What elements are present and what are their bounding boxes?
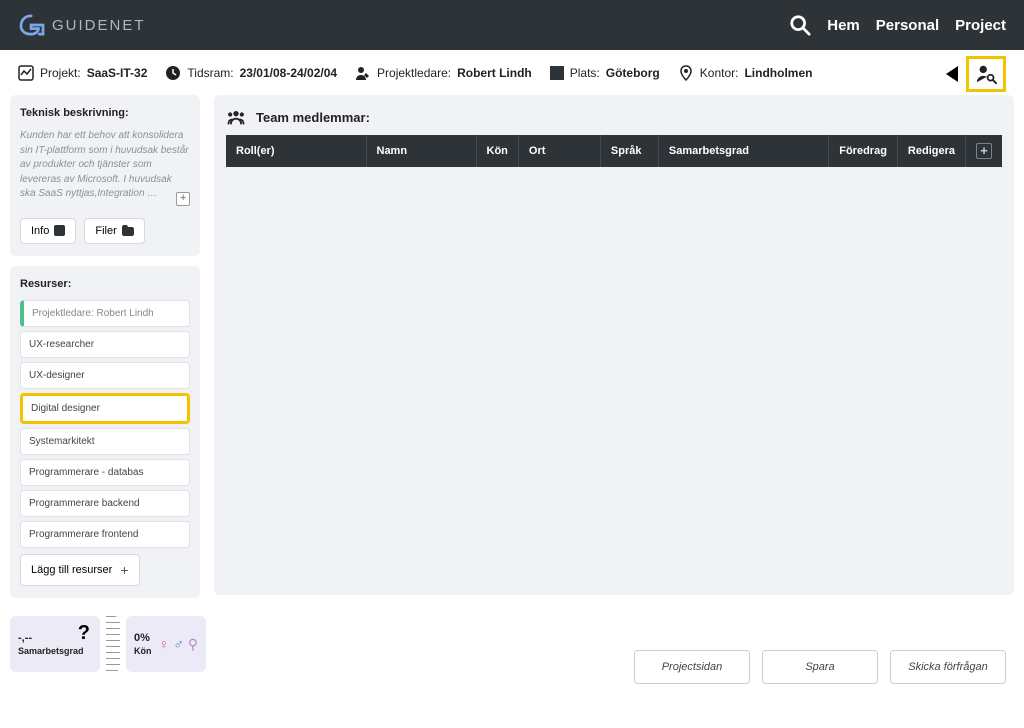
resource-item[interactable]: Programmerare - databas xyxy=(20,459,190,486)
skicka-button[interactable]: Skicka förfrågan xyxy=(890,650,1006,684)
info-icon xyxy=(54,225,65,236)
nav-personal[interactable]: Personal xyxy=(876,17,939,34)
footer-actions: Projectsidan Spara Skicka förfrågan xyxy=(634,650,1006,684)
info-projekt: Projekt: SaaS-IT-32 xyxy=(18,65,147,81)
plus-icon: + xyxy=(120,562,128,578)
chart-icon xyxy=(18,65,34,81)
top-navbar: GUIDENET Hem Personal Project xyxy=(0,0,1024,50)
question-icon: ? xyxy=(78,622,90,645)
projectsidan-button[interactable]: Projectsidan xyxy=(634,650,750,684)
add-member-button[interactable]: + xyxy=(976,143,992,159)
search-icon[interactable] xyxy=(789,14,811,36)
gender-icons: ♀ ♂ ⚲ xyxy=(159,636,198,653)
brand-logo: GUIDENET xyxy=(18,14,146,36)
resource-item[interactable]: Projektledare: Robert Lindh xyxy=(20,300,190,327)
spara-button[interactable]: Spara xyxy=(762,650,878,684)
col-namn[interactable]: Namn xyxy=(366,135,476,167)
col-sprak[interactable]: Språk xyxy=(600,135,658,167)
square-icon xyxy=(550,66,564,80)
col-roller[interactable]: Roll(er) xyxy=(226,135,366,167)
teknisk-title: Teknisk beskrivning: xyxy=(20,107,190,119)
folder-icon xyxy=(122,225,134,236)
expand-description-button[interactable]: + xyxy=(176,192,190,206)
nav-project[interactable]: Project xyxy=(955,17,1006,34)
add-resource-button[interactable]: Lägg till resurser + xyxy=(20,554,140,586)
nonbinary-icon: ⚲ xyxy=(188,636,198,653)
col-foredrag[interactable]: Föredrag xyxy=(829,135,898,167)
user-search-button[interactable] xyxy=(966,56,1006,92)
info-plats: Plats: Göteborg xyxy=(550,66,660,80)
pin-icon xyxy=(678,65,694,81)
resurser-title: Resurser: xyxy=(20,278,190,290)
project-info-bar: Projekt: SaaS-IT-32 Tidsram: 23/01/08-24… xyxy=(0,50,1024,95)
female-icon: ♀ xyxy=(159,636,170,652)
info-ledare: Projektledare: Robert Lindh xyxy=(355,65,532,81)
col-ort[interactable]: Ort xyxy=(518,135,600,167)
teknisk-text: Kunden har ett behov att konsolidera sin… xyxy=(20,129,190,206)
team-icon xyxy=(226,109,246,125)
male-icon: ♂ xyxy=(173,636,184,652)
team-panel: Team medlemmar: Roll(er) Namn Kön Ort Sp… xyxy=(214,95,1014,595)
resource-item[interactable]: UX-researcher xyxy=(20,331,190,358)
col-samarbetsgrad[interactable]: Samarbetsgrad xyxy=(658,135,828,167)
info-kontor: Kontor: Lindholmen xyxy=(678,65,813,81)
resurser-panel: Resurser: Projektledare: Robert Lindh UX… xyxy=(10,266,200,598)
ruler-icon xyxy=(106,616,120,672)
logo-icon xyxy=(18,14,46,36)
nav-hem[interactable]: Hem xyxy=(827,17,860,34)
brand-name: GUIDENET xyxy=(52,17,146,34)
resource-item-highlight[interactable]: Digital designer xyxy=(20,393,190,424)
resource-item[interactable]: Programmerare backend xyxy=(20,490,190,517)
team-table: Roll(er) Namn Kön Ort Språk Samarbetsgra… xyxy=(226,135,1002,167)
resource-item[interactable]: Systemarkitekt xyxy=(20,428,190,455)
filer-button[interactable]: Filer xyxy=(84,218,144,244)
col-redigera[interactable]: Redigera xyxy=(897,135,965,167)
resource-list: Projektledare: Robert Lindh UX-researche… xyxy=(20,300,190,548)
col-kon[interactable]: Kön xyxy=(476,135,518,167)
person-search-icon xyxy=(975,63,997,85)
teknisk-panel: Teknisk beskrivning: Kunden har ett beho… xyxy=(10,95,200,256)
info-button[interactable]: Info xyxy=(20,218,76,244)
stat-samarbetsgrad: ? -,-- Samarbetsgrad xyxy=(10,616,100,672)
info-tidsram: Tidsram: 23/01/08-24/02/04 xyxy=(165,65,337,81)
stat-gender: 0% Kön ♀ ♂ ⚲ xyxy=(126,616,206,672)
nav-right: Hem Personal Project xyxy=(789,14,1006,36)
resource-item[interactable]: Programmerare frontend xyxy=(20,521,190,548)
resource-item[interactable]: UX-designer xyxy=(20,362,190,389)
team-title: Team medlemmar: xyxy=(256,110,370,125)
collapse-arrow-icon[interactable] xyxy=(946,66,958,82)
stats-row: ? -,-- Samarbetsgrad 0% Kön ♀ ♂ ⚲ xyxy=(10,616,206,672)
clock-icon xyxy=(165,65,181,81)
person-edit-icon xyxy=(355,65,371,81)
